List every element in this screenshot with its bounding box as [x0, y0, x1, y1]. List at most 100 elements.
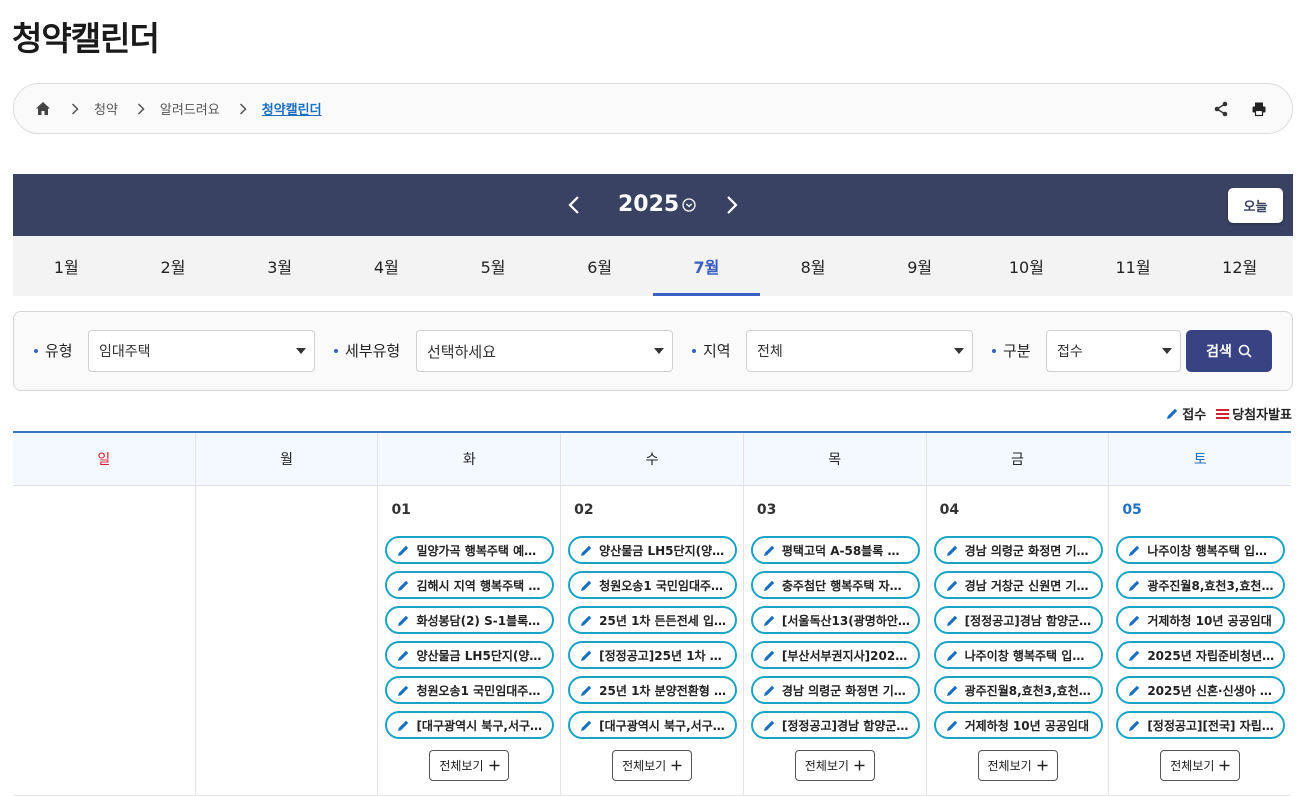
- event-item[interactable]: 경남 의령군 화정면 기존주택: [933, 536, 1103, 564]
- event-title: 2025년 자립준비청년(보호): [1147, 648, 1275, 663]
- caret-down-icon: [954, 348, 964, 354]
- view-all-button[interactable]: 전체보기: [977, 750, 1058, 781]
- plus-icon: [489, 760, 500, 771]
- event-title: 양산물금 LH5단지(양산물금): [416, 648, 544, 663]
- event-item[interactable]: [정정공고]경남 함양군 임대: [750, 711, 920, 739]
- tab-month-6[interactable]: 6월: [546, 236, 653, 296]
- event-item[interactable]: 25년 1차 분양전환형 신축: [568, 676, 738, 704]
- chevron-right-icon: [236, 102, 250, 116]
- pencil-icon: [763, 649, 776, 662]
- event-item[interactable]: [정정공고][전국] 자립준비: [1116, 711, 1286, 739]
- category-select[interactable]: 접수: [1046, 330, 1181, 372]
- view-all-button[interactable]: 전체보기: [794, 750, 875, 781]
- event-title: [정정공고]경남 함양군 임대: [964, 613, 1093, 628]
- breadcrumb-item-notice[interactable]: 알려드려요: [160, 99, 220, 118]
- event-item[interactable]: 양산물금 LH5단지(양산물금): [385, 641, 555, 669]
- calendar-weekday-header: 일 월 화 수 목 금 토: [13, 431, 1291, 486]
- event-item[interactable]: 청원오송1 국민임대주택 모집: [568, 571, 738, 599]
- event-item[interactable]: 경남 거창군 신원면 기존주택: [933, 571, 1103, 599]
- search-button[interactable]: 검색: [1186, 330, 1272, 372]
- event-item[interactable]: [정정공고]경남 함양군 임대: [933, 606, 1103, 634]
- event-title: 청원오송1 국민임대주택 모집: [416, 683, 544, 698]
- tab-month-4[interactable]: 4월: [333, 236, 440, 296]
- event-item[interactable]: 밀양가곡 행복주택 예비입주자 모집: [385, 536, 555, 564]
- view-all-button[interactable]: 전체보기: [1160, 750, 1241, 781]
- chevron-down-circle-icon[interactable]: [681, 197, 697, 213]
- event-item[interactable]: [대구광역시 북구,서구,중구]: [568, 711, 738, 739]
- prev-year-button[interactable]: [563, 191, 585, 219]
- event-item[interactable]: 광주진월8,효천3,효천7 임대: [1116, 571, 1286, 599]
- event-item[interactable]: 경남 의령군 화정면 기존주택: [750, 676, 920, 704]
- event-title: 광주진월8,효천3,효천7 임대: [964, 683, 1093, 698]
- breadcrumb-current[interactable]: 청약캘린더: [262, 99, 322, 118]
- event-title: 청원오송1 국민임대주택 모집: [599, 578, 727, 593]
- tab-month-8[interactable]: 8월: [760, 236, 867, 296]
- pencil-icon: [946, 684, 959, 697]
- event-item[interactable]: 2025년 신혼·신생아 전세: [1116, 676, 1286, 704]
- event-item[interactable]: 25년 1차 든든전세 입주자 모집: [568, 606, 738, 634]
- event-title: 김해시 지역 행복주택 입주자 모집: [416, 578, 544, 593]
- event-item[interactable]: 충주첨단 행복주택 자격완화: [750, 571, 920, 599]
- event-item[interactable]: 거제하청 10년 공공임대: [1116, 606, 1286, 634]
- breadcrumb: 청약 알려드려요 청약캘린더: [13, 83, 1293, 134]
- event-item[interactable]: 청원오송1 국민임대주택 모집: [385, 676, 555, 704]
- region-select[interactable]: 전체: [746, 330, 973, 372]
- tab-month-7[interactable]: 7월: [653, 236, 760, 296]
- today-button[interactable]: 오늘: [1228, 188, 1283, 223]
- pencil-icon: [397, 579, 410, 592]
- event-item[interactable]: [부산서부권지사]2025년: [750, 641, 920, 669]
- home-icon[interactable]: [34, 100, 52, 118]
- weekday-sat: 토: [1193, 452, 1207, 468]
- type-select[interactable]: 임대주택: [88, 330, 315, 372]
- share-icon[interactable]: [1212, 100, 1230, 118]
- tab-month-11[interactable]: 11월: [1080, 236, 1187, 296]
- weekday-tue: 화: [378, 433, 562, 485]
- tab-month-9[interactable]: 9월: [866, 236, 973, 296]
- tab-month-10[interactable]: 10월: [973, 236, 1080, 296]
- tab-month-5[interactable]: 5월: [440, 236, 547, 296]
- event-title: 2025년 신혼·신생아 전세: [1147, 683, 1276, 698]
- event-list: 평택고덕 A-58블록 국민임대충주첨단 행복주택 자격완화 [서울독산13(광명…: [750, 536, 920, 746]
- region-label: 지역: [692, 340, 731, 361]
- event-item[interactable]: 거제하청 10년 공공임대: [933, 711, 1103, 739]
- year-label[interactable]: 2025: [618, 191, 679, 219]
- pencil-icon: [1128, 544, 1141, 557]
- calendar-cell-empty: [195, 486, 379, 796]
- next-year-button[interactable]: [721, 191, 743, 219]
- tab-month-12[interactable]: 12월: [1186, 236, 1293, 296]
- event-item[interactable]: 평택고덕 A-58블록 국민임대: [750, 536, 920, 564]
- print-icon[interactable]: [1250, 100, 1268, 118]
- year-navigator: 2025 오늘: [13, 174, 1293, 236]
- event-title: [대구광역시 북구,서구,중구]: [416, 718, 544, 733]
- view-all-button[interactable]: 전체보기: [429, 750, 510, 781]
- event-title: 화성봉담(2) S-1블록, S-2블록: [416, 613, 544, 628]
- event-title: 거제하청 10년 공공임대: [1147, 613, 1272, 628]
- view-all-button[interactable]: 전체보기: [612, 750, 693, 781]
- event-item[interactable]: 광주진월8,효천3,효천7 임대: [933, 676, 1103, 704]
- event-item[interactable]: 양산물금 LH5단지(양산물금): [568, 536, 738, 564]
- event-title: 나주이창 행복주택 입주자: [1147, 543, 1276, 558]
- pencil-icon: [580, 614, 593, 627]
- event-item[interactable]: [대구광역시 북구,서구,중구]: [385, 711, 555, 739]
- tab-month-1[interactable]: 1월: [13, 236, 120, 296]
- filter-panel: 유형 임대주택 세부유형 선택하세요 지역 전체 구분 접수 검색: [13, 311, 1293, 391]
- pencil-icon: [1128, 614, 1141, 627]
- tab-month-2[interactable]: 2월: [120, 236, 227, 296]
- event-title: [정정공고][전국] 자립준비: [1147, 718, 1276, 733]
- legend: 접수 당첨자발표: [1166, 404, 1292, 423]
- event-item[interactable]: 화성봉담(2) S-1블록, S-2블록: [385, 606, 555, 634]
- event-item[interactable]: 나주이창 행복주택 입주자: [933, 641, 1103, 669]
- tab-month-3[interactable]: 3월: [226, 236, 333, 296]
- chevron-right-icon: [68, 102, 82, 116]
- plus-icon: [854, 760, 865, 771]
- event-item[interactable]: 나주이창 행복주택 입주자: [1116, 536, 1286, 564]
- chevron-right-icon: [134, 102, 148, 116]
- pencil-icon: [397, 649, 410, 662]
- event-item[interactable]: 2025년 자립준비청년(보호): [1116, 641, 1286, 669]
- event-item[interactable]: 김해시 지역 행복주택 입주자 모집: [385, 571, 555, 599]
- event-item[interactable]: [서울독산13(광명하안1)]: [750, 606, 920, 634]
- plus-icon: [671, 760, 682, 771]
- event-item[interactable]: [정정공고]25년 1차 비축: [568, 641, 738, 669]
- breadcrumb-item-cheongyak[interactable]: 청약: [94, 99, 118, 118]
- subtype-select[interactable]: 선택하세요: [416, 330, 673, 372]
